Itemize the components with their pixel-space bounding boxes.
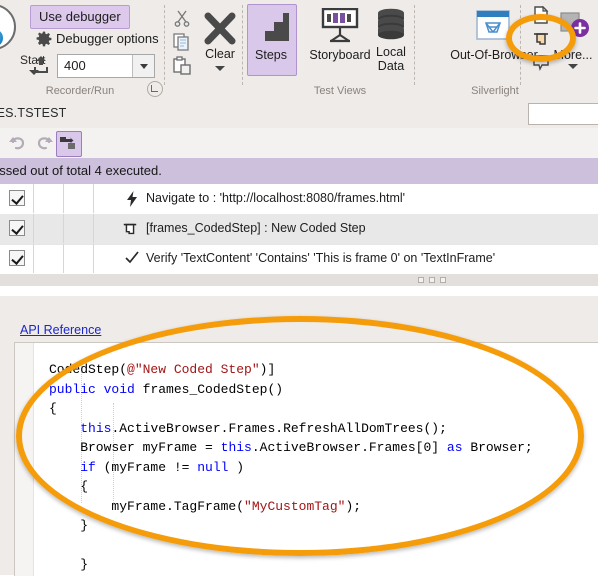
gear-icon xyxy=(36,31,52,47)
coded-step-icon xyxy=(122,221,138,237)
comment-step-icon[interactable] xyxy=(532,54,550,72)
group-separator xyxy=(414,5,415,85)
document-tab-title[interactable]: MES.TSTEST xyxy=(0,106,66,120)
redo-icon[interactable] xyxy=(34,133,54,153)
editor-gutter xyxy=(15,343,34,576)
step-enabled-checkbox[interactable] xyxy=(9,250,25,266)
api-reference-link[interactable]: API Reference xyxy=(20,323,101,337)
step-enabled-cell[interactable] xyxy=(0,244,34,273)
steps-view-button[interactable] xyxy=(247,4,297,76)
toggle-failed-steps-button[interactable] xyxy=(56,131,82,157)
storyboard-icon[interactable] xyxy=(315,7,365,44)
cut-icon[interactable] xyxy=(172,8,192,28)
chevron-down-icon[interactable] xyxy=(568,64,578,69)
steps-view-label: Steps xyxy=(255,48,287,62)
execution-delay-combobox[interactable]: 400 xyxy=(57,54,155,78)
step-column-c xyxy=(63,214,94,243)
code-text: CodedStep(@"New Coded Step")] public voi… xyxy=(49,362,533,572)
execution-delay-icon xyxy=(33,56,49,74)
splitter-dot xyxy=(440,277,446,283)
code-editor-pane: API Reference CodedStep(@"New Coded Step… xyxy=(0,296,598,576)
local-data-label-line1: Local xyxy=(376,45,406,59)
document-tab-bar: MES.TSTEST xyxy=(0,100,598,129)
table-row[interactable]: [frames_CodedStep] : New Coded Step xyxy=(0,214,598,245)
execution-delay-value: 400 xyxy=(64,58,86,73)
step-enabled-cell[interactable] xyxy=(0,214,34,243)
editor-fold-margin[interactable] xyxy=(34,343,48,576)
step-column-b xyxy=(33,214,64,243)
step-description: Navigate to : 'http://localhost:8080/fra… xyxy=(146,191,406,205)
step-column-c xyxy=(63,184,94,213)
table-row[interactable]: Navigate to : 'http://localhost:8080/fra… xyxy=(0,184,598,215)
table-row[interactable]: Verify 'TextContent' 'Contains' 'This is… xyxy=(0,244,598,275)
clear-button-label: Clear xyxy=(205,47,235,61)
step-column-b xyxy=(33,184,64,213)
copy-icon[interactable] xyxy=(172,32,192,52)
splitter-dot xyxy=(418,277,424,283)
step-enabled-checkbox[interactable] xyxy=(9,220,25,236)
steps-toolbar xyxy=(0,128,598,159)
out-of-browser-icon[interactable] xyxy=(476,10,510,40)
chevron-down-icon[interactable] xyxy=(132,55,154,77)
lightning-icon xyxy=(124,191,140,207)
recorder-run-group-label: Recorder/Run xyxy=(45,85,115,97)
execution-result-bar: assed out of total 4 executed. xyxy=(0,158,598,184)
script-step-icon[interactable] xyxy=(532,5,550,24)
step-column-c xyxy=(63,244,94,273)
chevron-down-icon[interactable] xyxy=(215,66,225,71)
test-views-group-label: Test Views xyxy=(313,85,367,97)
local-data-icon[interactable] xyxy=(374,8,408,42)
coded-step-icon[interactable] xyxy=(532,30,550,48)
splitter-dot xyxy=(429,277,435,283)
grid-splitter[interactable] xyxy=(0,274,598,286)
local-data-label: Local Data xyxy=(368,45,414,73)
step-description: Verify 'TextContent' 'Contains' 'This is… xyxy=(146,251,496,265)
start-button[interactable] xyxy=(0,2,28,90)
more-label: More... xyxy=(553,48,593,62)
step-enabled-cell[interactable] xyxy=(0,184,34,213)
local-data-label-line2: Data xyxy=(377,59,405,73)
group-separator xyxy=(242,5,243,85)
silverlight-group-label: Silverlight xyxy=(471,85,519,97)
test-steps-grid: Navigate to : 'http://localhost:8080/fra… xyxy=(0,184,598,286)
splitter-handle[interactable] xyxy=(418,277,452,284)
undo-icon[interactable] xyxy=(8,133,28,153)
debugger-options-label[interactable]: Debugger options xyxy=(56,31,159,46)
group-separator xyxy=(520,5,521,85)
step-enabled-checkbox[interactable] xyxy=(9,190,25,206)
step-description: [frames_CodedStep] : New Coded Step xyxy=(146,221,366,235)
step-column-b xyxy=(33,244,64,273)
code-editor[interactable]: CodedStep(@"New Coded Step")] public voi… xyxy=(14,342,598,576)
paste-icon[interactable] xyxy=(172,56,192,76)
telerik-test-studio-window: Start Use debugger Debugger options 400 … xyxy=(0,0,598,576)
search-input[interactable] xyxy=(528,103,598,125)
group-separator xyxy=(164,5,165,85)
execution-result-text: assed out of total 4 executed. xyxy=(0,163,162,178)
more-icon[interactable] xyxy=(560,12,590,40)
ribbon-toolbar: Start Use debugger Debugger options 400 … xyxy=(0,0,598,101)
use-debugger-button[interactable]: Use debugger xyxy=(30,5,130,29)
check-icon xyxy=(125,250,141,266)
clear-button[interactable] xyxy=(200,10,240,48)
dialog-launcher-button[interactable] xyxy=(147,81,163,97)
